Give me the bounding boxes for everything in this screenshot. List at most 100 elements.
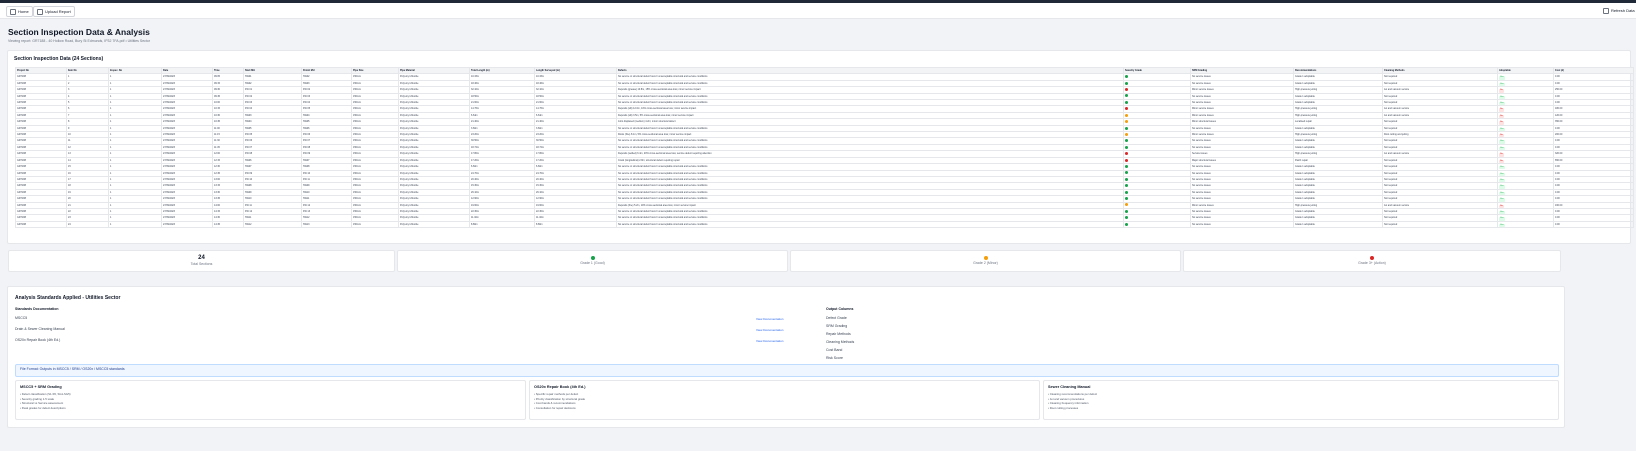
stat-label: Total Sections (190, 262, 213, 266)
mscc5-item: • Defect classification (S1-S5, SG1-SG5) (20, 392, 71, 396)
severity-indicator (1125, 222, 1128, 226)
severity-indicator (1125, 75, 1128, 79)
table-cell: No service or structural defect found / … (616, 220, 1124, 229)
os20x-item: • Consultation for repair decisions (534, 405, 576, 410)
mscc5-srm-card: MSCC5 + SRM Grading • Defect classificat… (15, 380, 526, 420)
severity-indicator (1125, 113, 1128, 117)
table-cell: 0.00 (1553, 220, 1634, 229)
toolbar: Home Upload Report Refresh Data (0, 3, 1636, 19)
adoptable-badge: No (1499, 204, 1504, 208)
inspection-table-card: Section Inspection Data (24 Sections) Pr… (7, 50, 1634, 244)
severity-indicator (1125, 177, 1128, 181)
adoptable-badge: Yes (1499, 223, 1505, 227)
view-docs-link-repair[interactable]: View Documentation (756, 339, 783, 343)
adoptable-badge: Yes (1499, 217, 1505, 221)
output-column-item: Risk Score (826, 356, 843, 360)
severity-indicator (1125, 120, 1128, 124)
adoptable-badge: Yes (1499, 127, 1505, 131)
view-docs-link-mscc5[interactable]: View Documentation (756, 317, 783, 321)
table-cell: 1 (108, 220, 162, 229)
adoptable-badge: Yes (1499, 172, 1505, 176)
severity-indicator (1125, 190, 1128, 194)
inspection-table: Project No Item No Inspec. No Date Time Start… (15, 66, 1634, 229)
adoptable-badge: Yes (1499, 166, 1505, 169)
page-title: Section Inspection Data & Analysis (8, 27, 150, 37)
sewer-cleaning-card: Sewer Cleaning Manual • Cleaning recomme… (1043, 380, 1559, 420)
grade-2-indicator (983, 256, 988, 260)
standards-docs-heading: Standards Documentation (15, 307, 59, 311)
output-column-item: SRM Grading (826, 324, 848, 328)
adoptable-badge: Yes (1499, 198, 1505, 201)
standard-cleaning-manual: Drain & Sewer Cleaning Manual (15, 327, 65, 331)
output-column-item: Cost Band (826, 348, 843, 352)
table-body: GR7188 1 1 27/09/2023 09:05 SW01 SW02 150mm Poly… (15, 73, 1634, 229)
severity-grade-cell (1123, 220, 1191, 229)
table-cell: 8.80m (534, 220, 617, 229)
severity-indicator (1125, 152, 1128, 156)
severity-indicator (1125, 100, 1128, 104)
severity-indicator (1125, 139, 1128, 143)
adoptable-badge: Yes (1499, 191, 1505, 195)
page-subtitle: Viewing report: GR7188 - 40 Hollow Road,… (8, 39, 151, 43)
output-column-item: Repair Methods (826, 332, 851, 336)
severity-indicator (1125, 171, 1128, 175)
table-cell: Not required (1382, 220, 1498, 229)
adoptable-badge: No (1499, 108, 1504, 112)
severity-indicator (1125, 216, 1128, 220)
table-cell: 14:45 (212, 220, 244, 229)
table-cell: SW12 (243, 220, 302, 229)
view-docs-link-cleaning[interactable]: View Documentation (756, 328, 783, 332)
table-cell: No service issues (1190, 220, 1294, 229)
table-cell: 27/09/2023 (161, 220, 213, 229)
table-cell: Grade 1 adoptable (1293, 220, 1383, 229)
severity-indicator (1125, 145, 1128, 149)
standard-repair-book: OS20x Repair Book (4th Ed.) (15, 338, 61, 342)
sewer-item: • Root cutting processes (1048, 405, 1079, 410)
adoptable-cell: Yes (1497, 220, 1554, 229)
analysis-standards-title: Analysis Standards Applied - Utilities S… (15, 295, 121, 301)
severity-indicator (1125, 184, 1128, 188)
standard-mscc5: MSCC5 (15, 316, 28, 320)
severity-indicator (1125, 209, 1128, 213)
severity-indicator (1125, 126, 1128, 130)
output-column-item: Defect Grade (826, 316, 847, 320)
stat-total-sections: 24 Total Sections (8, 250, 395, 272)
severity-indicator (1125, 94, 1128, 98)
upload-report-button[interactable]: Upload Report (33, 6, 75, 17)
sewer-cleaning-title: Sewer Cleaning Manual (1048, 385, 1091, 389)
severity-indicator (1125, 81, 1128, 85)
severity-indicator (1125, 203, 1128, 207)
grade-3-indicator (1370, 256, 1374, 260)
refresh-data-button[interactable]: Refresh Data (1600, 6, 1636, 15)
output-columns-heading: Output Columns (826, 307, 854, 311)
stat-grade-2: Grade 2 (Minor) (790, 250, 1181, 272)
stat-grade-1: Grade 1 (Good) (397, 250, 788, 272)
adoptable-badge: Yes (1499, 102, 1505, 105)
severity-indicator (1125, 164, 1128, 168)
severity-indicator (1125, 88, 1128, 92)
stat-grade-3-plus: Grade 3+ (Action) (1183, 250, 1561, 272)
upload-icon (37, 8, 43, 15)
table-cell: 24 (66, 220, 109, 229)
home-button[interactable]: Home (6, 6, 33, 17)
output-column-item: Cleaning Methods (826, 340, 855, 344)
severity-indicator (1125, 132, 1128, 136)
severity-indicator (1125, 158, 1128, 162)
adoptable-badge: Yes (1499, 76, 1505, 80)
home-icon (10, 8, 16, 15)
table-row[interactable]: GR7188 24 1 27/09/2023 14:45 SW12 SW13 150mm Pol… (15, 220, 1634, 229)
table-cell: Polyvinyl chloride (398, 220, 470, 229)
table-cell: 8.80m (469, 220, 535, 229)
adoptable-badge: Yes (1499, 95, 1505, 99)
file-format-text: File Format: Outputs in MSCC5 / SRM / OS… (20, 367, 125, 371)
mscc5-srm-title: MSCC5 + SRM Grading (20, 385, 62, 389)
adoptable-badge: No (1499, 159, 1504, 163)
severity-indicator (1125, 196, 1128, 200)
adoptable-badge: Yes (1499, 210, 1505, 214)
os20x-title: OS20x Repair Book (4th Ed.) (534, 385, 586, 389)
adoptable-badge: No (1499, 153, 1504, 157)
adoptable-badge: Yes (1499, 140, 1505, 144)
adoptable-badge: No (1499, 134, 1504, 137)
stat-label: Grade 1 (Good) (580, 261, 605, 265)
adoptable-badge: No (1499, 121, 1504, 125)
